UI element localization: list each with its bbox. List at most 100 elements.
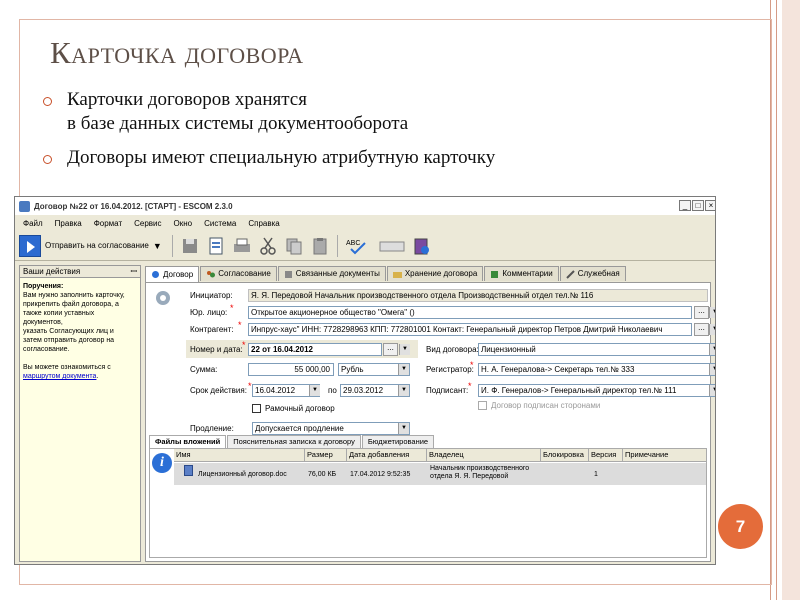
frame-contract-checkbox[interactable] [252,404,261,413]
counterparty-lookup-button[interactable]: ... [694,323,709,336]
legal-entity-field[interactable]: Открытое акционерное общество "Омега" () [248,306,692,319]
column-version[interactable]: Версия [588,449,622,462]
tab-service[interactable]: Служебная [559,266,626,281]
counterparty-field[interactable]: Инпрус-хаус" ИНН: 7728298963 КПП: 772801… [248,323,692,336]
term-by-label: по [328,386,337,395]
chevron-down-icon[interactable]: ▼ [153,241,162,251]
maximize-button[interactable]: □ [692,200,704,211]
tab-attachments[interactable]: Файлы вложений [149,435,227,448]
tab-budgeting[interactable]: Бюджетирование [361,435,435,448]
tab-label: Согласование [218,269,271,278]
bullet-icon [43,155,52,164]
minimize-button[interactable]: _ [679,200,691,211]
signed-checkbox[interactable] [478,401,487,410]
comment-icon [490,270,499,279]
window-titlebar: Договор №22 от 16.04.2012. [СТАРТ] - ESC… [15,197,715,215]
number-date-label: Номер и дата: [190,345,243,354]
send-for-approval-button[interactable]: Отправить на согласование ▼ [19,234,162,257]
toolbar: Отправить на согласование ▼ ABC [15,231,715,261]
word-file-icon [184,465,193,476]
tab-label: Связанные документы [295,269,380,278]
required-mark: * [230,303,234,313]
folder-icon [392,270,402,279]
number-date-field[interactable]: 22 от 16.04.2012 [248,343,382,356]
bullet-list: Карточки договоров хранятся в базе данны… [43,88,495,180]
print-icon[interactable] [232,236,252,256]
number-date-button[interactable]: ... [383,343,398,356]
table-row[interactable]: Лицензионный договор.doc 76,00 КБ 17.04.… [174,463,706,485]
column-lock[interactable]: Блокировка [540,449,588,462]
bullet-text: Договоры имеют специальную атрибутную ка… [67,147,496,168]
paste-icon[interactable] [310,236,330,256]
chevron-down-icon[interactable]: ▼ [709,364,715,375]
file-date: 17.04.2012 9:52:35 [350,471,411,478]
toolbar-separator [171,234,173,257]
chevron-down-icon[interactable]: ▼ [709,324,715,335]
slide-side-strip [782,0,800,600]
spellcheck-icon[interactable]: ABC [345,236,373,256]
archive-icon[interactable] [411,236,431,256]
menu-window[interactable]: Окно [174,219,193,228]
chevron-down-icon[interactable]: ▼ [709,307,715,318]
actions-panel-header: Ваши действия ꟷ [20,266,140,278]
tab-contract[interactable]: Договор [145,266,200,282]
save-icon[interactable] [180,236,200,256]
chevron-down-icon[interactable]: ▼ [398,385,409,396]
legal-entity-label: Юр. лицо: [190,308,228,317]
tab-explanatory-note[interactable]: Пояснительная записка к договору [227,435,361,448]
chevron-down-icon[interactable]: ▼ [709,344,715,355]
chevron-down-icon[interactable]: ▼ [399,344,410,355]
registrar-select[interactable]: Н. А. Генералова-> Секретарь тел.№ 333 [478,363,715,376]
slide-rule-line [776,0,777,600]
info-icon: i [152,453,172,473]
menu-service[interactable]: Сервис [134,219,161,228]
menu-edit[interactable]: Правка [55,219,82,228]
tab-related-documents[interactable]: Связанные документы [277,266,386,281]
cut-icon[interactable] [258,236,278,256]
chevron-down-icon[interactable]: ▼ [398,423,409,434]
file-owner: Начальник производственного отдела Я. Я.… [430,465,530,480]
signer-select[interactable]: И. Ф. Генералов-> Генеральный директор т… [478,384,715,397]
tab-approval[interactable]: Согласование [200,266,277,281]
required-mark: * [468,381,472,391]
column-owner[interactable]: Владелец [426,449,540,462]
close-button[interactable]: × [705,200,715,211]
pin-icon[interactable]: ꟷ [130,266,137,278]
extension-select[interactable]: Допускается продление [252,422,410,435]
menu-help[interactable]: Справка [248,219,279,228]
counterparty-label: Контрагент: [190,325,234,334]
documents-icon [284,270,293,279]
actions-panel-body: Поручения: Вам нужно заполнить карточку, … [20,278,140,385]
chevron-down-icon[interactable]: ▼ [309,385,320,396]
chevron-down-icon[interactable]: ▼ [709,385,715,396]
bullet-icon [43,97,52,106]
tab-comments[interactable]: Комментарии [484,266,559,281]
menu-file[interactable]: Файл [23,219,43,228]
copy-icon[interactable] [284,236,304,256]
actions-panel: Ваши действия ꟷ Поручения: Вам нужно запо… [19,265,141,562]
app-window: Договор №22 от 16.04.2012. [СТАРТ] - ESC… [14,196,716,565]
document-route-link[interactable]: маршрутом документа [23,373,96,380]
column-date[interactable]: Дата добавления [346,449,426,462]
legal-entity-lookup-button[interactable]: ... [694,306,709,319]
tab-label: Договор [163,269,194,279]
column-note[interactable]: Примечание [622,449,706,462]
term-label: Срок действия: [190,386,247,395]
document-icon[interactable] [206,236,226,256]
settings-icon [151,270,160,279]
tab-label: Служебная [577,269,620,278]
link-tail: . [96,373,99,380]
column-name[interactable]: Имя [174,449,304,462]
sum-field[interactable]: 55 000,00 [248,363,334,376]
assignments-text: Вам нужно заполнить карточку, прикрепить… [23,292,125,371]
tab-storage[interactable]: Хранение договора [386,266,484,281]
svg-text:ABC: ABC [346,240,360,247]
contract-type-select[interactable]: Лицензионный [478,343,715,356]
users-icon [206,270,216,279]
chevron-down-icon[interactable]: ▼ [398,364,409,375]
field-icon[interactable] [379,236,405,256]
menu-system[interactable]: Система [204,219,236,228]
menu-format[interactable]: Формат [94,219,122,228]
contract-type-label: Вид договора: [426,345,479,354]
column-size[interactable]: Размер [304,449,346,462]
